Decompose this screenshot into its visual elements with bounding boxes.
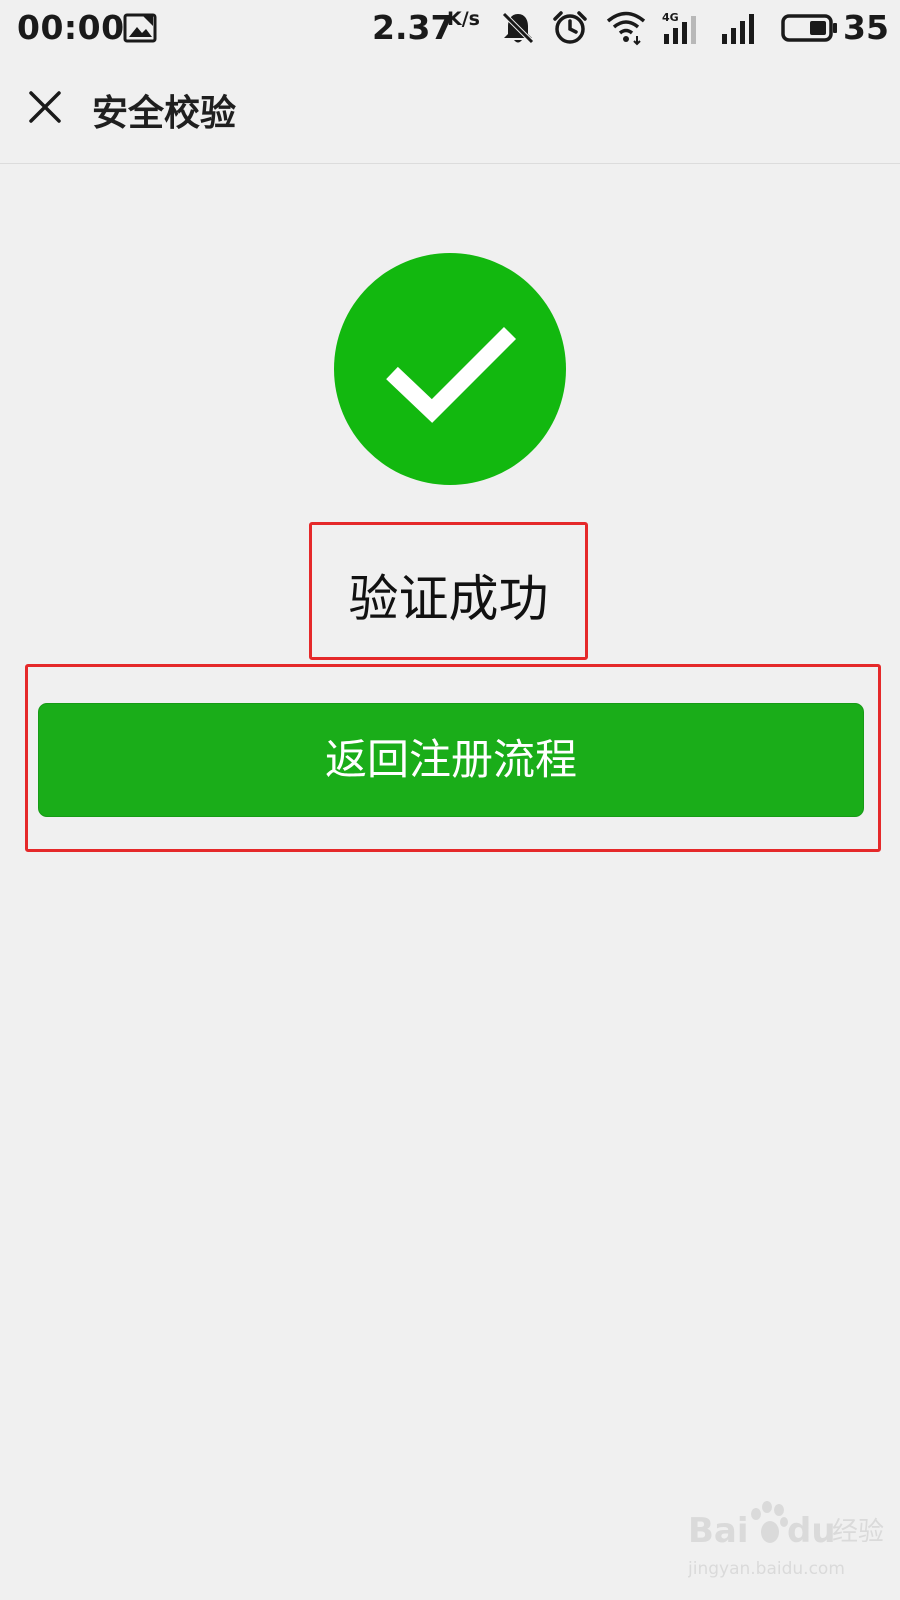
watermark-url: jingyan.baidu.com <box>688 1559 845 1579</box>
alarm-icon <box>553 11 587 44</box>
close-icon[interactable] <box>24 86 66 128</box>
baidu-jingyan-watermark: Bai du 经验 jingyan.baidu.com <box>688 1501 884 1579</box>
page-title: 安全校验 <box>92 93 237 134</box>
network-type-label: 4G <box>662 11 679 24</box>
checkmark-circle-icon <box>334 253 566 485</box>
return-to-registration-button[interactable]: 返回注册流程 <box>38 703 864 817</box>
watermark-brand: Bai <box>688 1511 749 1551</box>
wifi-icon <box>606 11 646 46</box>
battery-level: 35 <box>843 8 889 47</box>
photo-icon <box>123 13 157 43</box>
mute-bell-icon <box>502 12 534 44</box>
signal-icon <box>722 14 754 44</box>
network-speed-unit: K/s <box>447 8 480 30</box>
network-speed: 2.37 <box>372 8 454 47</box>
status-text: 验证成功 <box>348 570 549 628</box>
watermark-brand-suffix: du <box>787 1511 836 1551</box>
signal-4g-icon: 4G <box>662 11 696 44</box>
status-bar: 00:00 2.37 K/s 4G 35 <box>0 0 900 56</box>
title-bar: 安全校验 <box>0 56 900 164</box>
watermark-service: 经验 <box>832 1517 884 1547</box>
paw-icon <box>751 1501 788 1543</box>
battery-icon <box>781 14 837 42</box>
status-time: 00:00 <box>17 8 125 47</box>
